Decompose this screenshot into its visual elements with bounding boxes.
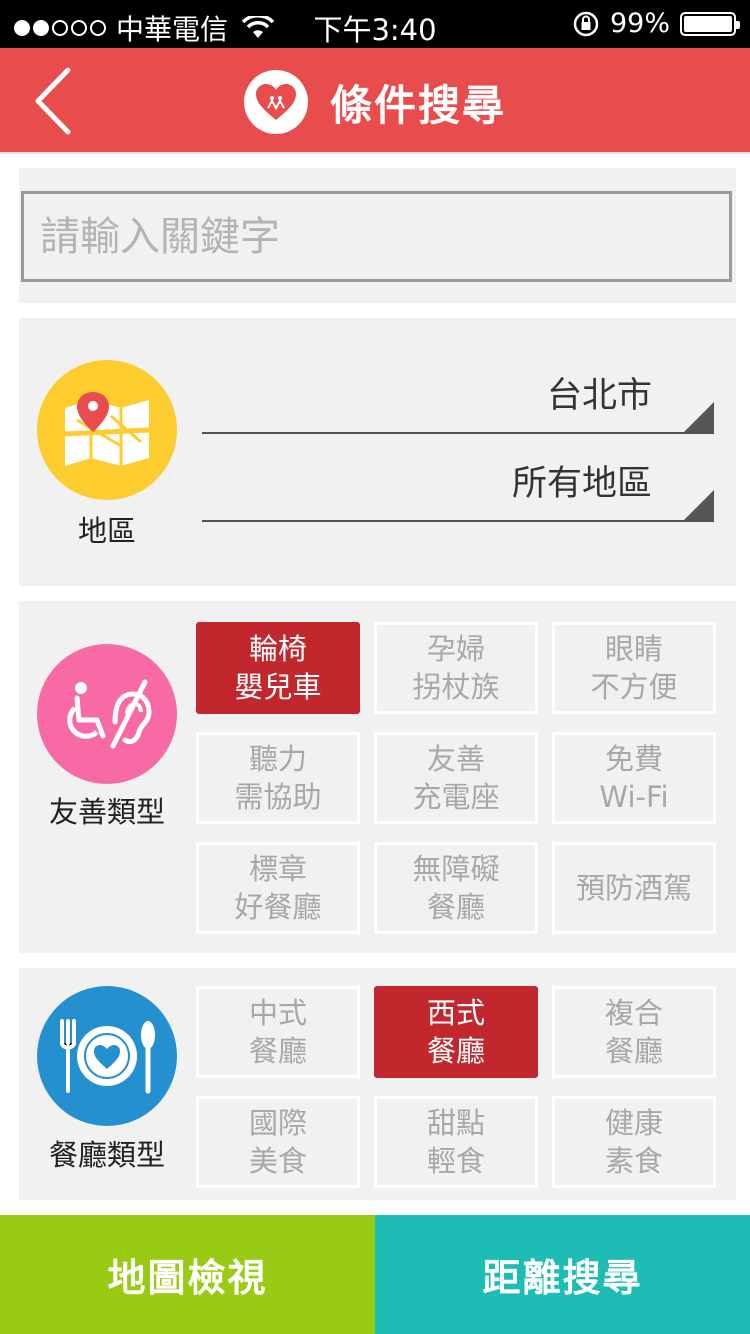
option-label-line2: Wi-Fi (599, 780, 669, 814)
restaurant-circle (37, 986, 177, 1126)
option-label-line2: 餐廳 (426, 1034, 485, 1068)
friendly-option-button[interactable]: 預防酒駕 (552, 842, 716, 934)
option-label-line2: 餐廳 (248, 1034, 307, 1068)
option-label-line2: 餐廳 (604, 1034, 663, 1068)
restaurant-type-panel: 餐廳類型 中式 餐廳 西式 餐廳 複合 餐廳 國際 美食 甜點 輕食 健康 素食 (19, 968, 736, 1200)
option-label-line2: 素食 (604, 1144, 663, 1178)
dropdown-triangle-icon (682, 490, 714, 522)
option-label-line1: 複合 (604, 996, 663, 1030)
option-label-line1: 國際 (248, 1106, 307, 1140)
restaurant-option-button[interactable]: 甜點 輕食 (374, 1096, 538, 1188)
restaurant-label: 餐廳類型 (48, 1138, 165, 1172)
region-circle (37, 360, 177, 500)
option-label-line1: 友善 (426, 742, 485, 776)
restaurant-option-button[interactable]: 中式 餐廳 (196, 986, 360, 1078)
option-label-line2: 嬰兒車 (234, 670, 322, 704)
friendly-option-button[interactable]: 友善 充電座 (374, 732, 538, 824)
friendly-option-button[interactable]: 無障礙 餐廳 (374, 842, 538, 934)
option-label-line1: 眼睛 (604, 632, 663, 666)
option-label-line1: 健康 (604, 1106, 663, 1140)
status-right: 99% (572, 8, 740, 39)
option-label-line2: 充電座 (412, 780, 500, 814)
nav-header: 條件搜尋 (0, 48, 750, 152)
search-box (21, 191, 732, 282)
region-panel: 地區 台北市 所有地區 (19, 318, 736, 586)
option-label-line1: 孕婦 (426, 632, 485, 666)
friendly-option-button[interactable]: 免費 Wi-Fi (552, 732, 716, 824)
friendly-option-button[interactable]: 眼睛 不方便 (552, 622, 716, 714)
restaurant-option-button[interactable]: 西式 餐廳 (374, 986, 538, 1078)
friendly-option-button[interactable]: 孕婦 拐杖族 (374, 622, 538, 714)
option-label-line1: 標章 (248, 852, 307, 886)
option-label-line1: 輪椅 (248, 632, 307, 666)
battery-fill (684, 15, 732, 32)
distance-search-button[interactable]: 距離搜尋 (375, 1215, 750, 1334)
restaurant-option-button[interactable]: 複合 餐廳 (552, 986, 716, 1078)
friendly-option-button[interactable]: 標章 好餐廳 (196, 842, 360, 934)
option-label-line1: 預防酒駕 (575, 871, 692, 905)
battery-percent: 99% (609, 8, 670, 39)
option-label-line2: 輕食 (426, 1144, 485, 1178)
city-value: 台北市 (546, 376, 652, 416)
friendly-type-panel: 友善類型 輪椅 嬰兒車 孕婦 拐杖族 眼睛 不方便 聽力 需協助 友善 充電座 免費 Wi-Fi 標章好… (19, 601, 736, 953)
option-label-line1: 西式 (426, 996, 485, 1030)
map-view-button[interactable]: 地圖檢視 (0, 1215, 375, 1334)
plate-cutlery-icon (60, 1019, 155, 1094)
search-panel (19, 168, 736, 303)
header-divider (0, 152, 750, 154)
battery-icon (680, 11, 740, 36)
friendly-option-button[interactable]: 輪椅 嬰兒車 (196, 622, 360, 714)
option-label-line2: 美食 (248, 1144, 307, 1178)
option-label-line1: 免費 (604, 742, 663, 776)
option-label-line2: 好餐廳 (234, 890, 322, 924)
bottom-action-bar: 地圖檢視 距離搜尋 (0, 1215, 750, 1334)
accessibility-icon (67, 679, 152, 749)
option-label-line1: 聽力 (248, 742, 307, 776)
option-label-line2: 拐杖族 (412, 670, 500, 704)
restaurant-option-button[interactable]: 健康 素食 (552, 1096, 716, 1188)
city-select[interactable]: 台北市 (202, 374, 714, 434)
option-label-line2: 餐廳 (426, 890, 485, 924)
option-label-line2: 不方便 (590, 670, 678, 704)
friendly-option-button[interactable]: 聽力 需協助 (196, 732, 360, 824)
friendly-circle (37, 644, 177, 784)
option-label-line1: 無障礙 (412, 852, 500, 886)
option-label-line1: 甜點 (426, 1106, 485, 1140)
page-title: 條件搜尋 (329, 80, 506, 130)
option-label-line1: 中式 (248, 996, 307, 1030)
header-title-group: 條件搜尋 (0, 70, 750, 134)
region-label: 地區 (77, 514, 136, 548)
dropdown-triangle-icon (682, 402, 714, 434)
restaurant-option-button[interactable]: 國際 美食 (196, 1096, 360, 1188)
friendly-label: 友善類型 (48, 795, 165, 829)
keyword-search-input[interactable] (24, 194, 729, 279)
app-logo (243, 70, 308, 134)
district-value: 所有地區 (511, 464, 652, 504)
status-bar: 中華電信 下午3:40 99% (0, 0, 750, 48)
option-label-line2: 需協助 (234, 780, 322, 814)
rotation-lock-icon (573, 11, 599, 36)
district-select[interactable]: 所有地區 (202, 462, 714, 522)
heart-logo-icon (255, 84, 296, 120)
map-pin-icon (64, 392, 150, 466)
